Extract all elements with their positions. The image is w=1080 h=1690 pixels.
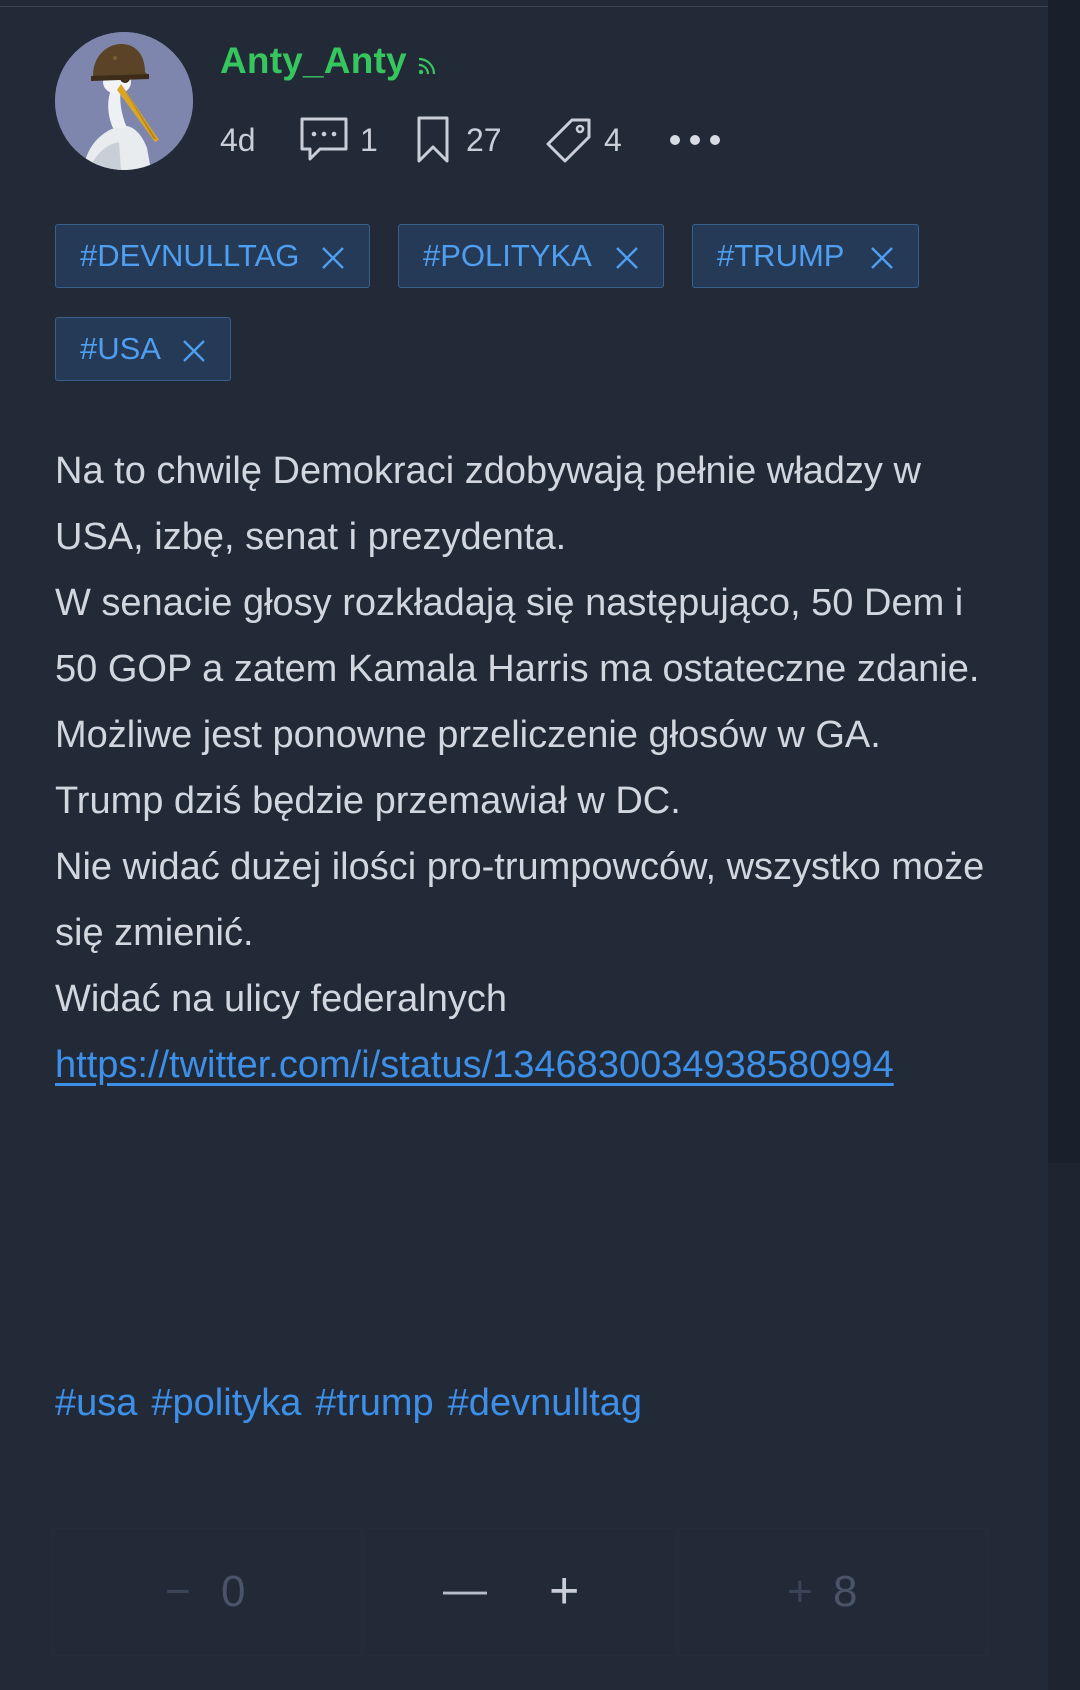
tags-button[interactable]: 4 bbox=[546, 117, 664, 163]
author-row: Anty_Anty bbox=[220, 40, 437, 82]
tags-count: 4 bbox=[604, 121, 622, 158]
minus-votes-box[interactable]: − 0 bbox=[52, 1528, 362, 1656]
tag-chip-label: #TRUMP bbox=[717, 238, 845, 273]
avatar-heron-helmet-icon bbox=[55, 32, 193, 170]
close-icon[interactable] bbox=[870, 246, 894, 270]
twitter-link[interactable]: https://twitter.com/i/status/13468300349… bbox=[55, 1044, 894, 1086]
plus-votes-sign: + bbox=[787, 1567, 813, 1616]
author-name[interactable]: Anty_Anty bbox=[220, 40, 407, 82]
hashtag-list: #usa #polityka #trump #devnulltag bbox=[55, 1382, 656, 1425]
avatar[interactable] bbox=[55, 32, 193, 170]
post-header: Anty_Anty 4d 1 27 4 bbox=[220, 40, 720, 163]
body-paragraph: W senacie głosy rozkładają się następują… bbox=[55, 582, 980, 690]
downvote-button[interactable]: — bbox=[443, 1565, 487, 1615]
tag-chip-label: #POLITYKA bbox=[423, 238, 592, 273]
comments-count: 1 bbox=[360, 121, 378, 158]
hashtag-link[interactable]: #devnulltag bbox=[448, 1382, 642, 1424]
top-divider bbox=[0, 6, 1048, 7]
body-paragraph: Możliwe jest ponowne przeliczenie głosów… bbox=[55, 714, 881, 756]
post-age: 4d bbox=[220, 121, 256, 158]
more-button[interactable] bbox=[668, 133, 722, 147]
comments-button[interactable]: 1 bbox=[298, 115, 416, 165]
bookmark-icon bbox=[417, 116, 449, 163]
tag-chip-polityka[interactable]: #POLITYKA bbox=[398, 224, 664, 288]
vote-actions-box: — + bbox=[364, 1528, 676, 1656]
close-icon[interactable] bbox=[182, 339, 206, 363]
hashtag-link[interactable]: #usa bbox=[55, 1382, 137, 1424]
tag-chip-trump[interactable]: #TRUMP bbox=[692, 224, 919, 288]
hashtag-link[interactable]: #polityka bbox=[151, 1382, 301, 1424]
rss-icon bbox=[418, 57, 435, 75]
tag-chip-label: #USA bbox=[80, 331, 161, 366]
meta-row: 4d 1 27 4 bbox=[220, 115, 722, 165]
bookmark-button[interactable]: 27 bbox=[416, 115, 546, 165]
tag-chip-usa[interactable]: #USA bbox=[55, 317, 231, 381]
bookmarks-count: 27 bbox=[466, 121, 502, 158]
plus-votes-box[interactable]: + 8 bbox=[678, 1528, 988, 1656]
tag-chip-label: #DEVNULLTAG bbox=[80, 238, 300, 273]
minus-votes-count: 0 bbox=[221, 1567, 246, 1616]
body-paragraph: Trump dziś będzie przemawiał w DC. bbox=[55, 780, 681, 822]
minus-votes-sign: − bbox=[165, 1567, 191, 1616]
scrollbar-thumb[interactable] bbox=[1048, 0, 1080, 1163]
close-icon[interactable] bbox=[615, 246, 639, 270]
comment-icon bbox=[300, 117, 348, 161]
page: Anty_Anty 4d 1 27 4 #DEVNULLTAG #POLITYK… bbox=[0, 0, 1080, 1690]
post-body: Na to chwilę Demokraci zdobywają pełnie … bbox=[55, 438, 995, 1098]
tag-icon bbox=[546, 118, 591, 163]
vote-bar: − 0 — + + 8 bbox=[52, 1528, 988, 1656]
body-paragraph: Widać na ulicy federalnych bbox=[55, 978, 507, 1020]
more-icon bbox=[670, 135, 720, 145]
close-icon[interactable] bbox=[321, 246, 345, 270]
body-paragraph: Nie widać dużej ilości pro-trumpowców, w… bbox=[55, 846, 985, 954]
hashtag-link[interactable]: #trump bbox=[315, 1382, 433, 1424]
upvote-button[interactable]: + bbox=[549, 1561, 579, 1621]
plus-votes-count: 8 bbox=[833, 1567, 858, 1616]
tag-chip-devnulltag[interactable]: #DEVNULLTAG bbox=[55, 224, 370, 288]
body-paragraph: Na to chwilę Demokraci zdobywają pełnie … bbox=[55, 450, 921, 558]
